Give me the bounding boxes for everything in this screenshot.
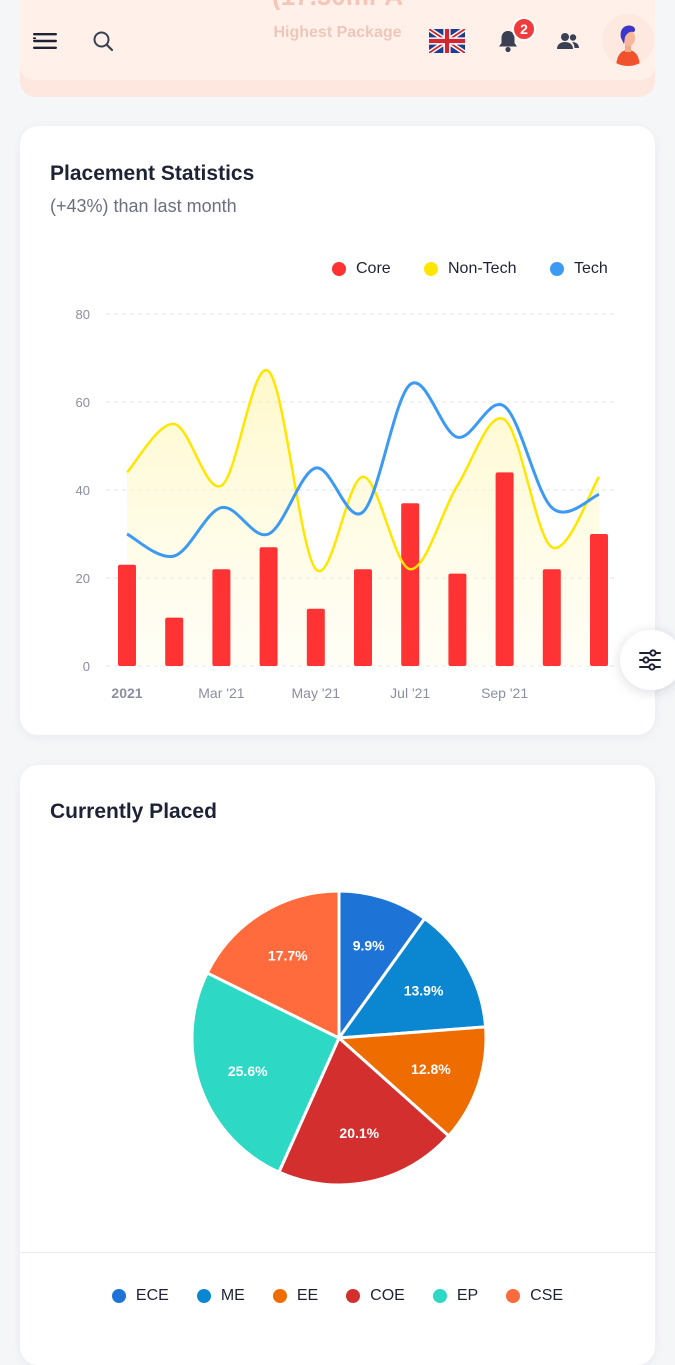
legend-swatch [332, 262, 346, 276]
non-tech-line [126, 368, 601, 573]
legend-label: CSE [530, 1287, 564, 1304]
x-tick-label: Sep '21 [481, 685, 528, 701]
pie-slice-label: 20.1% [339, 1125, 379, 1141]
notification-count-badge: 2 [512, 17, 536, 41]
search-button[interactable] [88, 26, 118, 56]
legend-swatch [346, 1289, 361, 1303]
core-bar [165, 617, 184, 666]
pie-legend-item-ece[interactable]: ECE [111, 1287, 169, 1305]
menu-button[interactable] [30, 26, 60, 56]
notifications-button[interactable]: 2 [492, 17, 536, 58]
uk-flag-icon [429, 29, 465, 53]
pie-slice-label: 12.8% [411, 1061, 451, 1077]
core-bar [542, 569, 561, 666]
core-bar [495, 472, 514, 666]
y-tick-label: 20 [76, 571, 90, 586]
legend-label: Core [356, 260, 391, 277]
core-bar [590, 534, 608, 666]
core-bar [212, 569, 231, 666]
legend-swatch [424, 262, 438, 276]
placement-statistics-title: Placement Statistics [50, 162, 255, 185]
user-avatar[interactable] [602, 14, 654, 66]
y-tick-label: 40 [76, 483, 90, 498]
card-divider [20, 1252, 655, 1253]
legend-swatch [432, 1289, 447, 1303]
core-bar [354, 569, 372, 666]
legend-swatch [196, 1289, 211, 1303]
legend-swatch [111, 1289, 126, 1303]
legend-label: ECE [135, 1287, 169, 1304]
hamburger-menu-icon [33, 33, 57, 49]
core-bar [259, 547, 278, 666]
y-tick-label: 80 [76, 307, 90, 322]
legend-label: EP [456, 1287, 479, 1304]
legend-label: Non-Tech [448, 260, 517, 277]
contacts-button[interactable] [552, 26, 584, 56]
legend-swatch [550, 262, 564, 276]
pie-legend-item-ep[interactable]: EP [432, 1287, 479, 1305]
legend-label: EE [296, 1287, 319, 1304]
legend-label: ME [220, 1287, 245, 1304]
sliders-icon [639, 649, 661, 671]
top-navbar: 2 [0, 0, 675, 80]
x-tick-label: 2021 [111, 685, 142, 701]
legend-label: COE [370, 1287, 405, 1304]
pie-slice-label: 25.6% [228, 1063, 268, 1079]
core-bar [448, 573, 467, 666]
core-bar [401, 503, 420, 666]
pie-legend-item-me[interactable]: ME [196, 1287, 245, 1305]
legend-label: Tech [574, 260, 608, 277]
legend-item-non-tech[interactable]: Non-Tech [424, 260, 516, 278]
x-tick-label: Mar '21 [198, 685, 244, 701]
legend-swatch [506, 1289, 521, 1303]
x-tick-label: May '21 [292, 685, 341, 701]
tech-line [126, 381, 600, 558]
currently-placed-pie-chart: 9.9% 13.9% 12.8% 20.1% 25.6% 17.7% [190, 889, 488, 1187]
pie-slice-label: 9.9% [353, 938, 385, 954]
legend-item-core[interactable]: Core [332, 260, 391, 278]
avatar-icon [602, 14, 654, 66]
settings-fab[interactable] [620, 630, 675, 690]
y-tick-label: 60 [76, 395, 90, 410]
language-button[interactable] [428, 28, 466, 54]
non-tech-area-fill [127, 370, 599, 666]
core-bar [118, 564, 136, 666]
legend-item-tech[interactable]: Tech [550, 260, 608, 278]
pie-legend-item-coe[interactable]: COE [346, 1287, 405, 1305]
placement-statistics-subtitle: (+43%) than last month [50, 196, 237, 216]
pie-slice-label: 17.7% [268, 948, 308, 964]
pie-slice-label: 13.9% [404, 982, 444, 998]
core-bar [306, 608, 325, 666]
pie-legend-item-cse[interactable]: CSE [506, 1287, 563, 1305]
users-icon [557, 33, 579, 49]
legend-swatch [272, 1289, 287, 1303]
placement-statistics-card: Placement Statistics (+43%) than last mo… [20, 126, 655, 735]
pie-legend: ECE ME EE COE EP CSE [20, 1287, 655, 1305]
currently-placed-card: Currently Placed 9.9% 13.9% 12.8% 20.1% 25.6… [20, 765, 655, 1365]
x-tick-label: Jul '21 [390, 685, 430, 701]
placement-statistics-chart: 0 20 40 60 80 2021 Mar '21 May '21 Jul '21 Sep '2… [76, 307, 615, 701]
y-tick-label: 0 [83, 659, 90, 674]
pie-legend-item-ee[interactable]: EE [272, 1287, 319, 1305]
search-icon [93, 31, 114, 52]
